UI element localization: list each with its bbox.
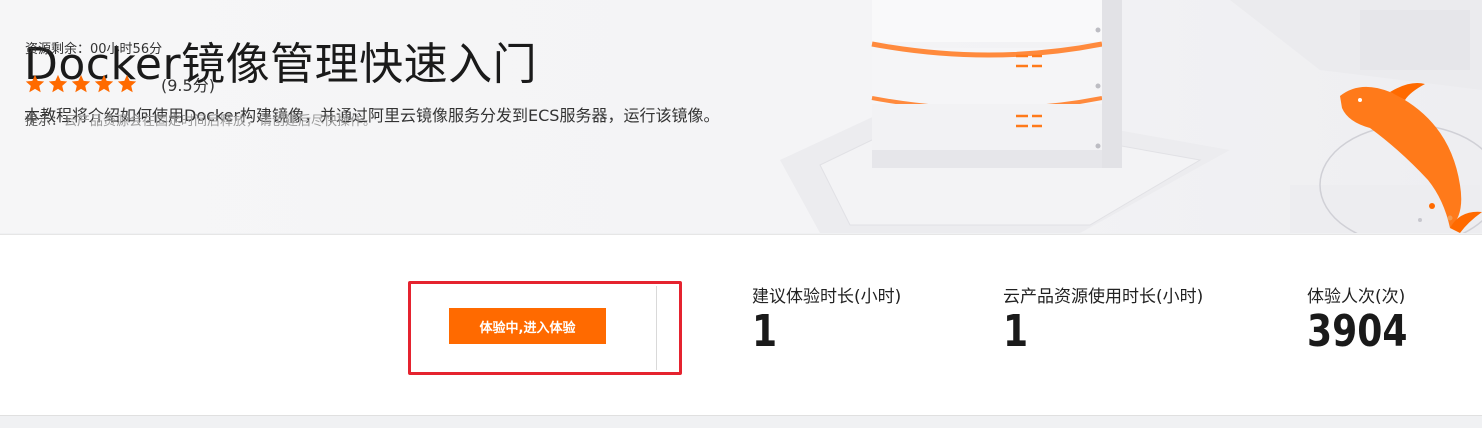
stat-label: 云产品资源使用时长(小时) — [1003, 287, 1204, 307]
server-illustration — [780, 0, 1482, 233]
stat-suggested-duration: 建议体验时长(小时) 1 — [752, 282, 901, 355]
star-icon — [48, 74, 68, 93]
experience-card — [0, 234, 1482, 416]
star-icon — [117, 74, 137, 93]
enter-experience-button[interactable]: 体验中,进入体验 — [449, 308, 606, 344]
stat-value: 3904 — [1307, 306, 1408, 357]
star-icon — [94, 74, 114, 93]
stat-value: 1 — [1003, 306, 1029, 357]
tip-text: 云产品资源会在固定时间后释放，请创建后尽快操作。 — [64, 114, 377, 129]
page: Docker镜像管理快速入门 本教程将介绍如何使用Docker构建镜像，并通过阿… — [0, 0, 1482, 428]
stat-resource-duration: 云产品资源使用时长(小时) 1 — [1003, 282, 1203, 355]
stat-participants: 体验人次(次) 3904 — [1307, 282, 1429, 355]
tip-label: 提示： — [25, 114, 65, 129]
resource-remaining: 资源剩余：00小时56分 — [25, 42, 163, 57]
star-icon — [71, 74, 91, 93]
tip: 提示：云产品资源会在固定时间后释放，请创建后尽快操作。 — [25, 110, 410, 133]
stat-label: 建议体验时长(小时) — [752, 287, 902, 307]
rating: (9.5分) — [24, 72, 215, 96]
stat-label: 体验人次(次) — [1307, 287, 1406, 307]
star-icon — [25, 74, 45, 93]
divider — [656, 286, 657, 370]
stat-value: 1 — [752, 306, 778, 357]
rating-score: (9.5分) — [161, 76, 215, 95]
